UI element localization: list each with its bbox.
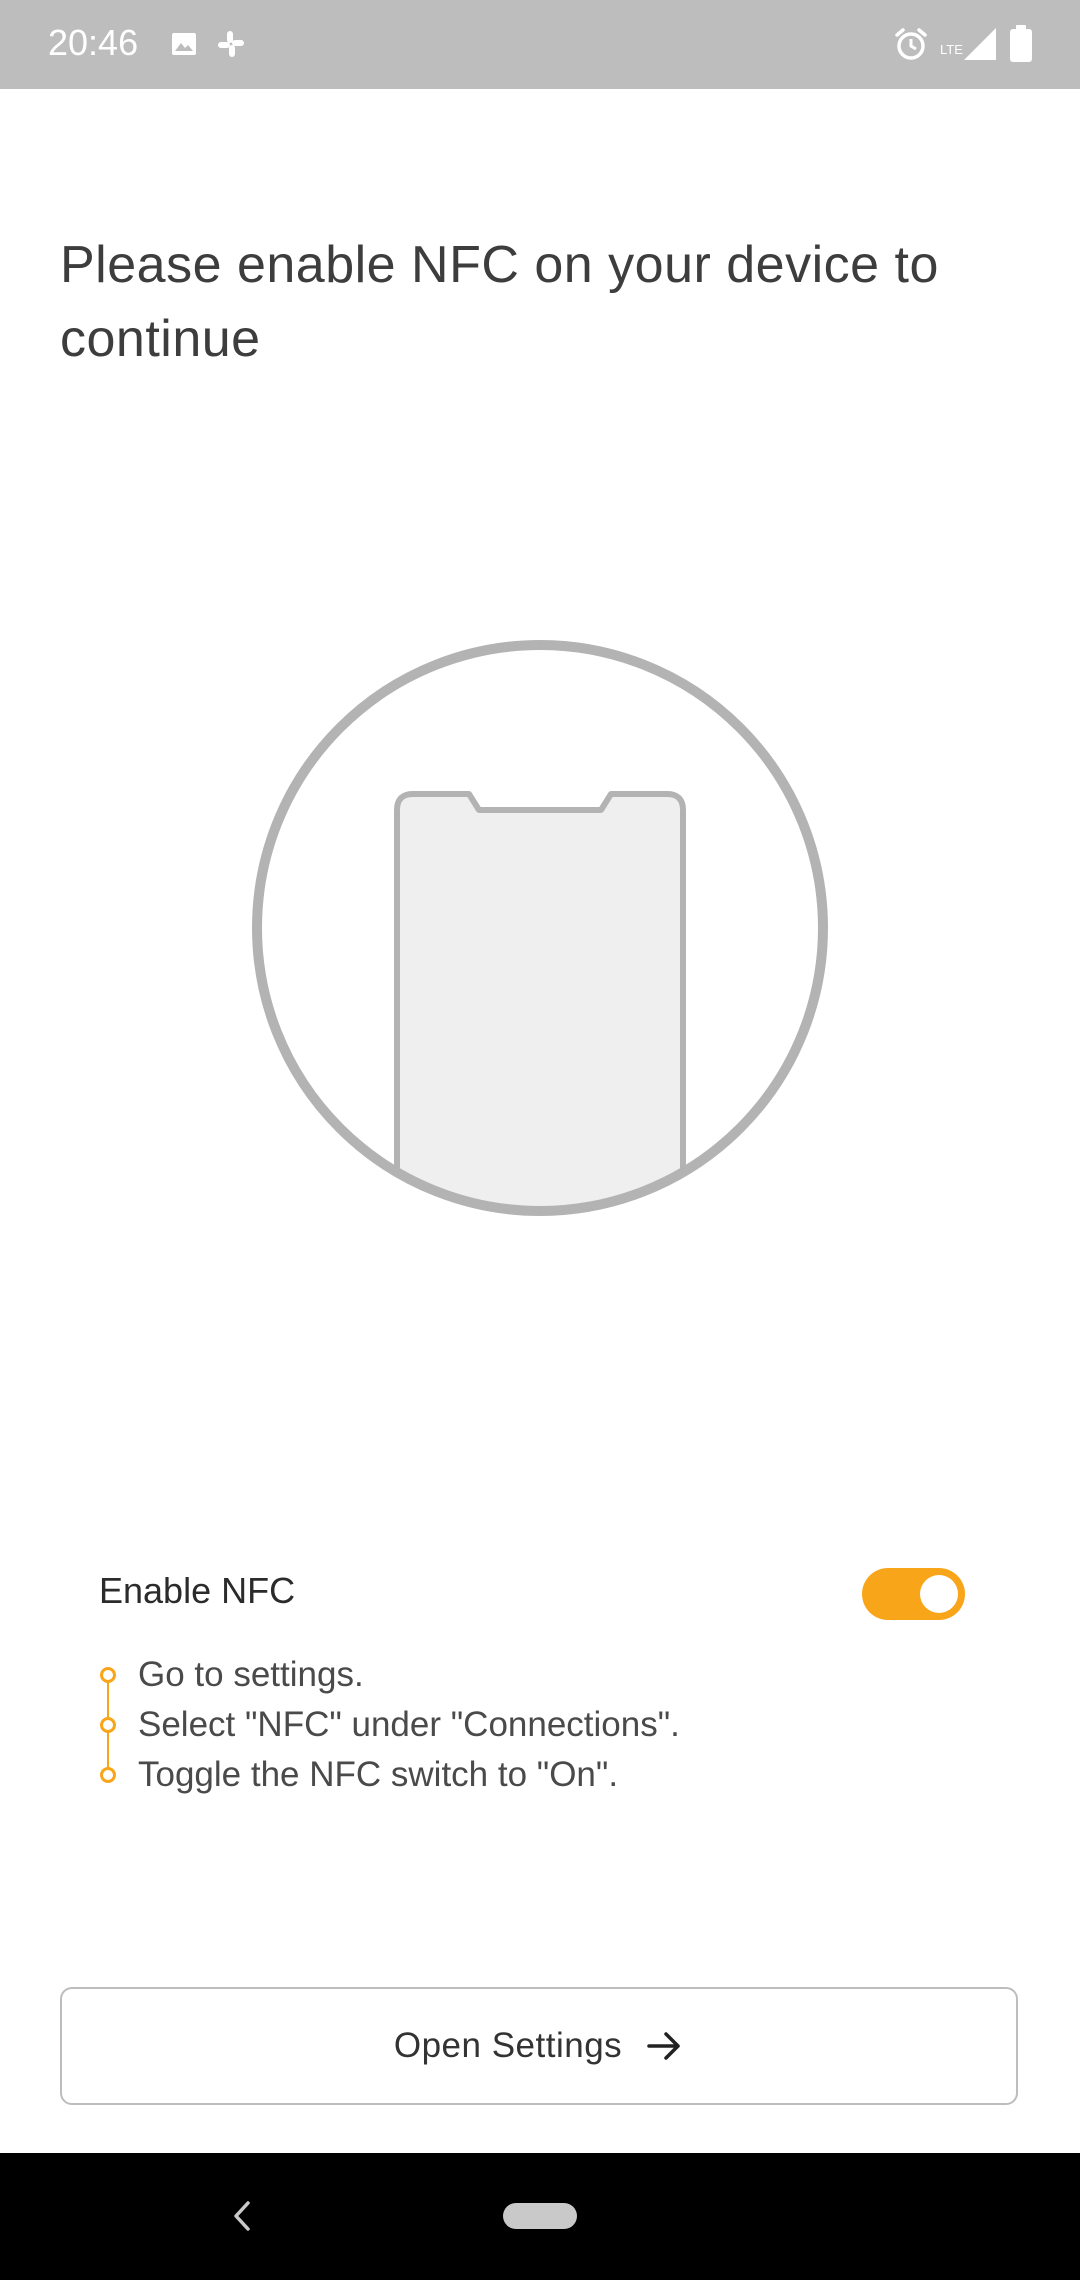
slack-icon (215, 28, 247, 65)
toggle-knob (920, 1575, 958, 1613)
enable-nfc-label: Enable NFC (99, 1570, 296, 1611)
step-text: Go to settings. (138, 1655, 364, 1694)
alarm-icon (893, 26, 929, 67)
battery-icon (1008, 24, 1034, 69)
list-item: Go to settings. (92, 1650, 992, 1700)
arrow-right-icon (647, 2032, 680, 2060)
step-text: Toggle the NFC switch to "On". (138, 1755, 619, 1794)
list-item: Select "NFC" under "Connections". (92, 1700, 992, 1750)
image-icon (170, 30, 198, 63)
open-settings-label: Open Settings (393, 2026, 623, 2065)
nfc-setup-screen: 20:46 LTE Please enable NFC on your devi… (0, 0, 1080, 2280)
network-type: LTE (940, 42, 963, 57)
step-bullet-icon (100, 1667, 116, 1683)
steps-list: Go to settings. Select "NFC" under "Conn… (92, 1650, 992, 1800)
signal-icon (962, 26, 998, 67)
navigation-bar (0, 2153, 1080, 2280)
step-text: Select "NFC" under "Connections". (138, 1705, 680, 1744)
back-icon[interactable] (222, 2193, 262, 2239)
page-title: Please enable NFC on your device to cont… (60, 236, 939, 368)
open-settings-button[interactable]: Open Settings (60, 1987, 1018, 2105)
home-pill-icon[interactable] (503, 2203, 577, 2229)
status-time: 20:46 (48, 22, 139, 63)
nfc-toggle[interactable] (862, 1568, 965, 1620)
status-bar: 20:46 LTE (0, 0, 1080, 89)
phone-in-circle-icon (250, 638, 830, 1218)
step-bullet-icon (100, 1717, 116, 1733)
list-item: Toggle the NFC switch to "On". (92, 1750, 992, 1800)
step-bullet-icon (100, 1767, 116, 1783)
